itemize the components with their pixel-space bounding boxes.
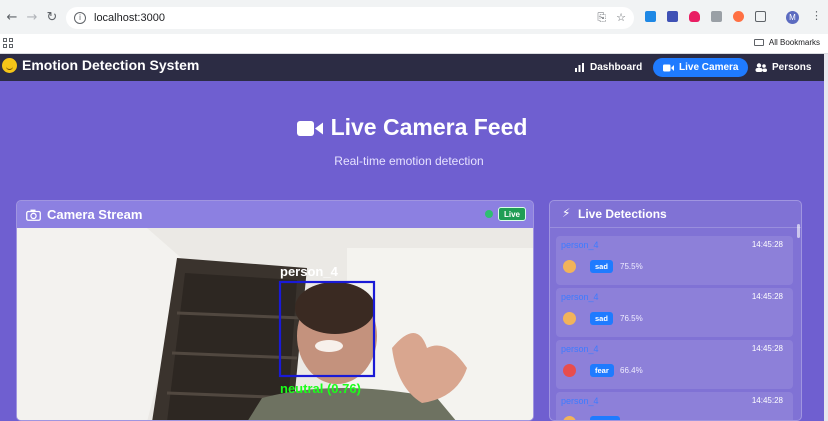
detection-confidence: 75.5% bbox=[620, 262, 643, 271]
detection-person: person_4 bbox=[561, 344, 599, 354]
detection-person: person_4 bbox=[561, 396, 599, 406]
detection-person: person_4 bbox=[561, 240, 599, 250]
detection-time: 14:45:28 bbox=[751, 240, 783, 249]
browser-toolbar: ← → ↻ i localhost:3000 ⎘ ☆ M ⋮ bbox=[0, 0, 828, 34]
back-icon[interactable]: ← bbox=[1, 6, 23, 28]
detection-confidence: 66.4% bbox=[620, 366, 643, 375]
sad-face-icon bbox=[563, 416, 576, 420]
extension-1-icon[interactable] bbox=[645, 11, 656, 22]
detection-person: person_4 bbox=[561, 292, 599, 302]
install-app-icon[interactable]: ⎘ bbox=[597, 11, 606, 25]
bookmark-star-icon[interactable]: ☆ bbox=[616, 11, 626, 25]
detection-time: 14:45:28 bbox=[751, 396, 783, 405]
extension-5-icon[interactable] bbox=[733, 11, 744, 22]
detections-scrollbar[interactable] bbox=[797, 224, 800, 238]
camera-icon bbox=[26, 209, 41, 221]
emotion-badge bbox=[590, 416, 620, 420]
video-camera-icon bbox=[296, 121, 323, 137]
video-icon bbox=[663, 64, 674, 71]
forward-icon[interactable]: → bbox=[21, 6, 43, 28]
nav-dashboard[interactable]: Dashboard bbox=[575, 58, 642, 77]
detection-time: 14:45:28 bbox=[751, 344, 783, 353]
nav-live-camera[interactable]: Live Camera bbox=[653, 58, 749, 77]
folder-icon bbox=[753, 39, 764, 46]
app-navbar: Emotion Detection System Dashboard Live … bbox=[0, 54, 824, 81]
live-status-dot bbox=[485, 210, 493, 218]
detection-item[interactable]: person_4 14:45:28 fear 66.4% bbox=[556, 340, 793, 389]
page-scrollbar[interactable] bbox=[824, 54, 828, 421]
emotion-badge: fear bbox=[590, 364, 614, 377]
page-title: Live Camera Feed bbox=[0, 114, 824, 141]
page-title-text: Live Camera Feed bbox=[330, 114, 528, 140]
detection-item[interactable]: person_4 14:45:28 bbox=[556, 392, 793, 420]
bookmarks-bar: All Bookmarks bbox=[0, 34, 828, 54]
brand-title[interactable]: Emotion Detection System bbox=[22, 57, 199, 73]
site-info-icon[interactable]: i bbox=[74, 12, 86, 24]
camera-video-feed[interactable]: person_4 neutral (0.76) bbox=[17, 228, 533, 420]
detection-confidence: 76.5% bbox=[620, 314, 643, 323]
detections-title: Live Detections bbox=[578, 207, 667, 221]
address-bar[interactable]: i localhost:3000 ⎘ ☆ bbox=[66, 7, 634, 29]
camera-card-title: Camera Stream bbox=[47, 207, 143, 222]
all-bookmarks-label: All Bookmarks bbox=[768, 38, 820, 47]
nav-dashboard-label: Dashboard bbox=[590, 62, 643, 73]
detections-header: ⚡ Live Detections bbox=[550, 201, 801, 228]
camera-stream-card: Camera Stream Live person_4 neutral (0.7… bbox=[16, 200, 534, 421]
overlay-person-label: person_4 bbox=[280, 264, 339, 279]
reload-icon[interactable]: ↻ bbox=[41, 6, 63, 28]
sad-face-icon bbox=[563, 312, 576, 325]
sad-face-icon bbox=[563, 260, 576, 273]
users-icon bbox=[755, 63, 767, 72]
camera-card-header: Camera Stream Live bbox=[17, 201, 533, 228]
all-bookmarks-button[interactable]: All Bookmarks bbox=[753, 38, 820, 47]
emotion-badge: sad bbox=[590, 312, 613, 325]
camera-frame-image: person_4 neutral (0.76) bbox=[17, 228, 533, 420]
page-subtitle: Real-time emotion detection bbox=[334, 154, 484, 168]
lightning-icon: ⚡ bbox=[562, 206, 571, 220]
emotion-badge: sad bbox=[590, 260, 613, 273]
smiley-logo-icon bbox=[2, 58, 17, 73]
bar-chart-icon bbox=[575, 63, 584, 72]
detection-time: 14:45:28 bbox=[751, 292, 783, 301]
url-text: localhost:3000 bbox=[94, 12, 165, 24]
extensions-puzzle-icon[interactable] bbox=[755, 11, 766, 22]
detection-item[interactable]: person_4 14:45:28 sad 76.5% bbox=[556, 288, 793, 337]
live-badge: Live bbox=[498, 207, 527, 221]
extension-4-icon[interactable] bbox=[711, 11, 722, 22]
nav-persons-label: Persons bbox=[772, 62, 812, 73]
extension-2-icon[interactable] bbox=[667, 11, 678, 22]
detection-item[interactable]: person_4 14:45:28 sad 75.5% bbox=[556, 236, 793, 285]
apps-grid-icon[interactable] bbox=[3, 38, 13, 48]
fear-face-icon bbox=[563, 364, 576, 377]
overlay-emotion-result: neutral (0.76) bbox=[280, 381, 361, 396]
nav-persons[interactable]: Persons bbox=[755, 58, 811, 77]
profile-avatar[interactable]: M bbox=[786, 11, 799, 24]
extension-3-icon[interactable] bbox=[689, 11, 700, 22]
live-detections-card: ⚡ Live Detections person_4 14:45:28 sad … bbox=[549, 200, 802, 421]
nav-live-camera-label: Live Camera bbox=[679, 62, 739, 73]
browser-menu-icon[interactable]: ⋮ bbox=[811, 9, 822, 22]
